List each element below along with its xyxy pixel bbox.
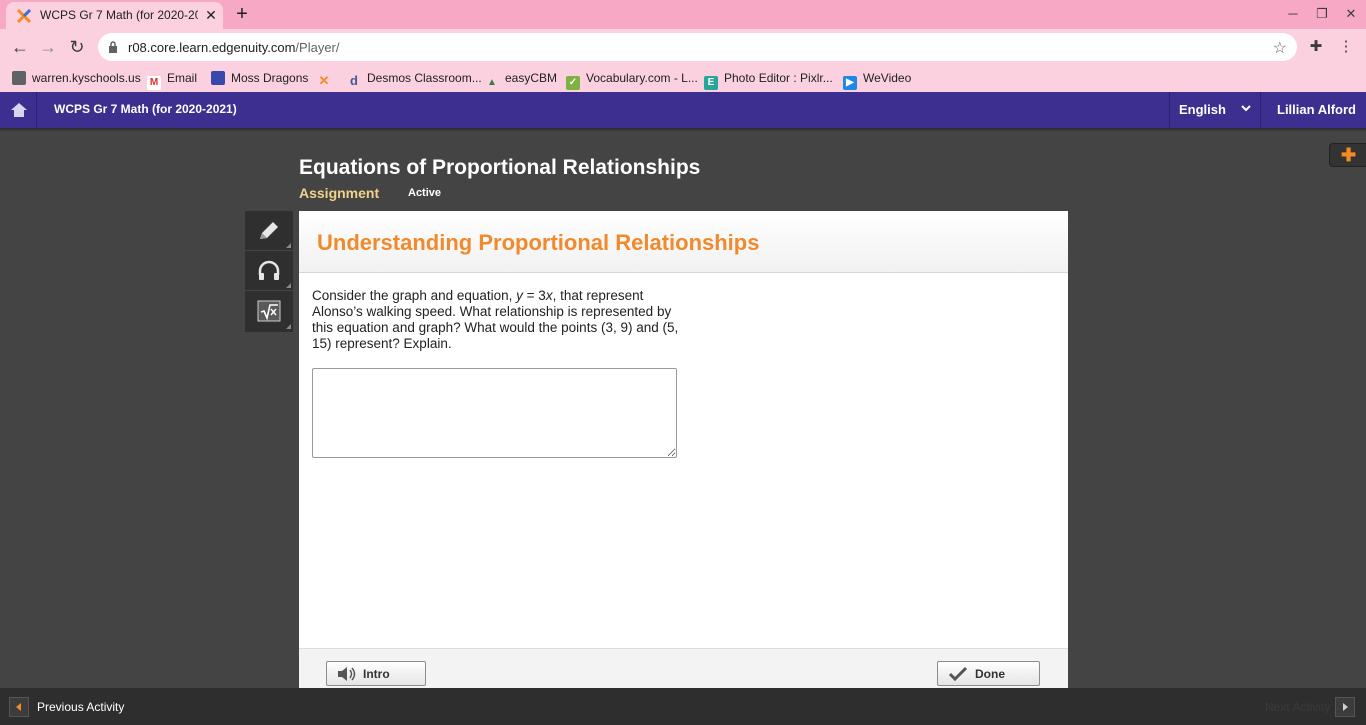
next-activity-label: Next Activity [1265, 700, 1331, 714]
minimize-icon[interactable]: ─ [1285, 6, 1301, 22]
checkmark-icon [949, 666, 967, 681]
activity-nav-bar: Previous Activity Next Activity [0, 688, 1366, 725]
folder-icon [12, 71, 26, 85]
new-tab-icon[interactable]: + [232, 4, 252, 24]
plus-menu-button[interactable]: ✚ [1329, 143, 1366, 167]
chevron-down-icon [1241, 105, 1251, 112]
bookmark-email[interactable]: M Email [147, 69, 197, 90]
bookmark-star-icon[interactable]: ☆ [1273, 38, 1287, 58]
bookmark-edgenuity[interactable]: ✕ [317, 69, 337, 88]
header-shadow [0, 128, 1366, 132]
restore-icon[interactable]: ❐ [1314, 6, 1330, 22]
address-bar[interactable]: r08.core.learn.edgenuity.com/Player/ ☆ [98, 33, 1297, 61]
activity-title: Understanding Proportional Relationships [317, 230, 760, 255]
pixlr-icon: E [704, 76, 718, 90]
bookmark-warren[interactable]: warren.kyschools.us [12, 69, 141, 87]
easycbm-icon: ▲ [487, 77, 497, 88]
headphones-icon [258, 260, 280, 280]
activity-header: Understanding Proportional Relationships [299, 211, 1068, 273]
wevideo-icon: ▶ [843, 76, 857, 90]
intro-label: Intro [363, 667, 390, 681]
reload-icon[interactable]: ↻ [66, 36, 88, 58]
answer-textarea[interactable] [312, 368, 677, 458]
intro-button[interactable]: Intro [326, 661, 426, 686]
arrow-left-icon [9, 697, 29, 717]
lesson-type: Assignment [299, 185, 380, 201]
app-header: WCPS Gr 7 Math (for 2020-2021) English L… [0, 92, 1366, 128]
back-arrow-icon[interactable]: ← [9, 36, 31, 58]
tool-corner [286, 324, 291, 329]
classroom-icon [211, 71, 225, 85]
url-text: r08.core.learn.edgenuity.com/Player/ [128, 40, 340, 55]
language-select[interactable]: English [1169, 92, 1261, 128]
tool-corner [286, 283, 291, 288]
formula-tool-button[interactable] [245, 291, 293, 331]
bookmark-easycbm[interactable]: ▲ easyCBM [485, 69, 557, 88]
plus-icon: ✚ [1341, 145, 1357, 165]
pencil-icon [260, 222, 278, 239]
tool-corner [286, 243, 291, 248]
audio-tool-button[interactable] [245, 251, 293, 291]
bookmark-pixlr[interactable]: E Photo Editor : Pixlr... [704, 69, 833, 90]
close-tab-icon[interactable]: ✕ [203, 6, 219, 24]
forward-arrow-icon[interactable]: → [37, 36, 59, 58]
gmail-icon: M [147, 76, 161, 90]
bookmark-moss-dragons[interactable]: Moss Dragons [211, 69, 308, 87]
next-activity-button[interactable] [1335, 697, 1355, 717]
done-label: Done [975, 667, 1005, 681]
bookmarks-bar: warren.kyschools.us M Email Moss Dragons … [0, 64, 1366, 92]
lesson-title: Equations of Proportional Relationships [299, 156, 701, 179]
edgenuity-favicon-icon [16, 8, 32, 24]
user-name[interactable]: Lillian Alford [1277, 102, 1356, 117]
activity-card: Understanding Proportional Relationships… [299, 211, 1068, 688]
bookmark-vocabulary[interactable]: ✓ Vocabulary.com - L... [566, 69, 698, 90]
pencil-tool-button[interactable] [245, 211, 293, 251]
previous-activity-label: Previous Activity [37, 700, 125, 714]
tab-title: WCPS Gr 7 Math (for 2020-2021) [40, 8, 198, 22]
desmos-icon: d [350, 73, 358, 88]
bookmark-desmos[interactable]: d Desmos Classroom... [347, 69, 482, 88]
square-root-icon [257, 300, 281, 322]
browser-tab[interactable]: WCPS Gr 7 Math (for 2020-2021) ✕ [6, 2, 223, 29]
arrow-right-icon [1343, 703, 1348, 711]
activity-footer: Intro Done [299, 648, 1068, 688]
language-label: English [1179, 102, 1226, 117]
menu-kebab-icon[interactable]: ⋮ [1335, 36, 1357, 58]
speaker-icon [338, 667, 356, 681]
course-title: WCPS Gr 7 Math (for 2020-2021) [54, 102, 237, 116]
home-icon [11, 103, 27, 117]
browser-toolbar: ← → ↻ r08.core.learn.edgenuity.com/Playe… [0, 29, 1366, 64]
browser-tab-strip: WCPS Gr 7 Math (for 2020-2021) ✕ + ─ ❐ ✕ [0, 0, 1366, 29]
extensions-puzzle-icon[interactable]: ✚ [1305, 36, 1327, 58]
done-button[interactable]: Done [937, 661, 1040, 686]
home-button[interactable] [0, 92, 37, 128]
question-text: Consider the graph and equation, y = 3x,… [312, 288, 679, 351]
lesson-status: Active [408, 187, 442, 199]
tool-panel [245, 211, 293, 332]
vocabulary-icon: ✓ [566, 76, 580, 90]
edgenuity-icon: ✕ [318, 73, 330, 88]
bookmark-wevideo[interactable]: ▶ WeVideo [843, 69, 911, 90]
lock-icon [109, 41, 117, 53]
close-window-icon[interactable]: ✕ [1343, 6, 1359, 22]
